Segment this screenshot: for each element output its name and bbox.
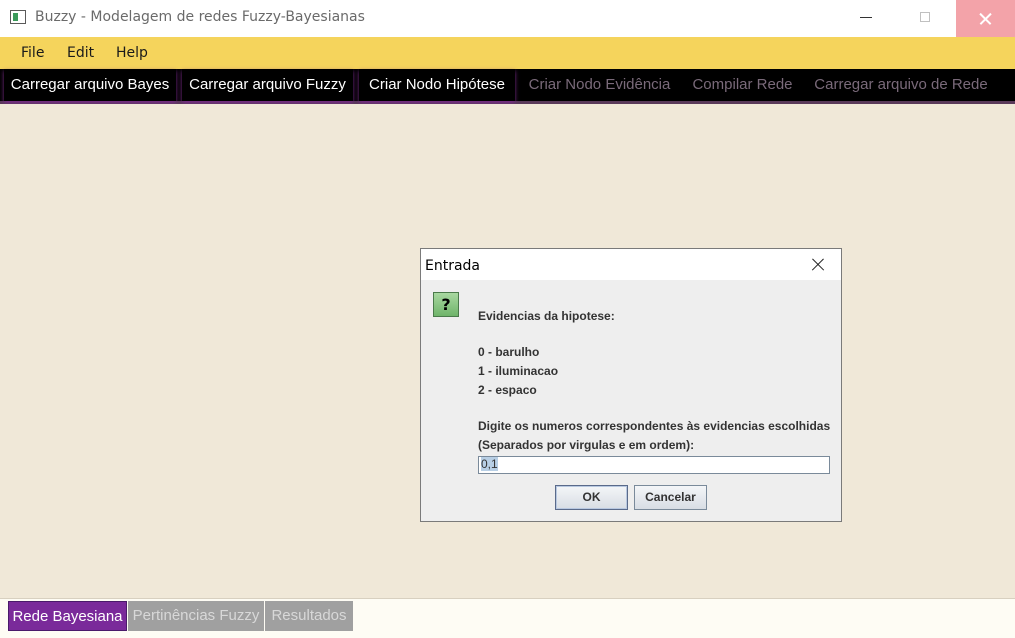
menu-help[interactable]: Help [116,45,148,61]
create-hypothesis-node-button[interactable]: Criar Nodo Hipótese [359,69,515,101]
tab-resultados: Resultados [265,601,353,631]
maximize-button[interactable] [902,0,948,37]
compile-network-button: Compilar Rede [692,76,793,93]
ok-button[interactable]: OK [555,485,628,510]
menu-file[interactable]: File [21,45,44,61]
tab-pertinencias-fuzzy: Pertinências Fuzzy [128,601,264,631]
input-value: 0,1 [481,457,498,471]
bottom-tab-bar: Rede Bayesiana Pertinências Fuzzy Result… [0,598,1015,638]
load-network-file-button: Carregar arquivo de Rede [814,76,988,93]
load-bayes-button[interactable]: Carregar arquivo Bayes [4,69,176,101]
menu-edit[interactable]: Edit [67,45,94,61]
menu-bar: File Edit Help [0,37,1015,69]
instruction-line-2: (Separados por virgulas e em ordem): [478,438,695,452]
instruction-line-1: Digite os numeros correspondentes às evi… [478,419,831,433]
window-title: Buzzy - Modelagem de redes Fuzzy-Bayesia… [35,9,365,25]
app-icon [10,10,26,24]
dialog-title: Entrada [425,258,481,274]
option-item: 1 - iluminacao [478,364,559,378]
dialog-heading: Evidencias da hipotese: [478,309,615,323]
question-icon: ? [433,292,459,317]
evidence-input[interactable]: 0,1 [478,456,830,474]
minimize-button[interactable] [843,0,889,37]
tab-rede-bayesiana[interactable]: Rede Bayesiana [8,601,127,631]
close-window-button[interactable] [956,0,1015,37]
dialog-close-icon[interactable] [805,253,831,277]
load-fuzzy-button[interactable]: Carregar arquivo Fuzzy [182,69,353,101]
create-evidence-node-button: Criar Nodo Evidência [528,76,671,93]
option-item: 2 - espaco [478,383,537,397]
cancel-button[interactable]: Cancelar [634,485,707,510]
option-item: 0 - barulho [478,345,540,359]
dialog-header: Entrada [421,249,841,280]
title-bar: Buzzy - Modelagem de redes Fuzzy-Bayesia… [0,0,1015,37]
input-dialog: Entrada ? Evidencias da hipotese: 0 - ba… [420,248,842,522]
toolbar: Carregar arquivo Bayes Carregar arquivo … [0,69,1015,104]
